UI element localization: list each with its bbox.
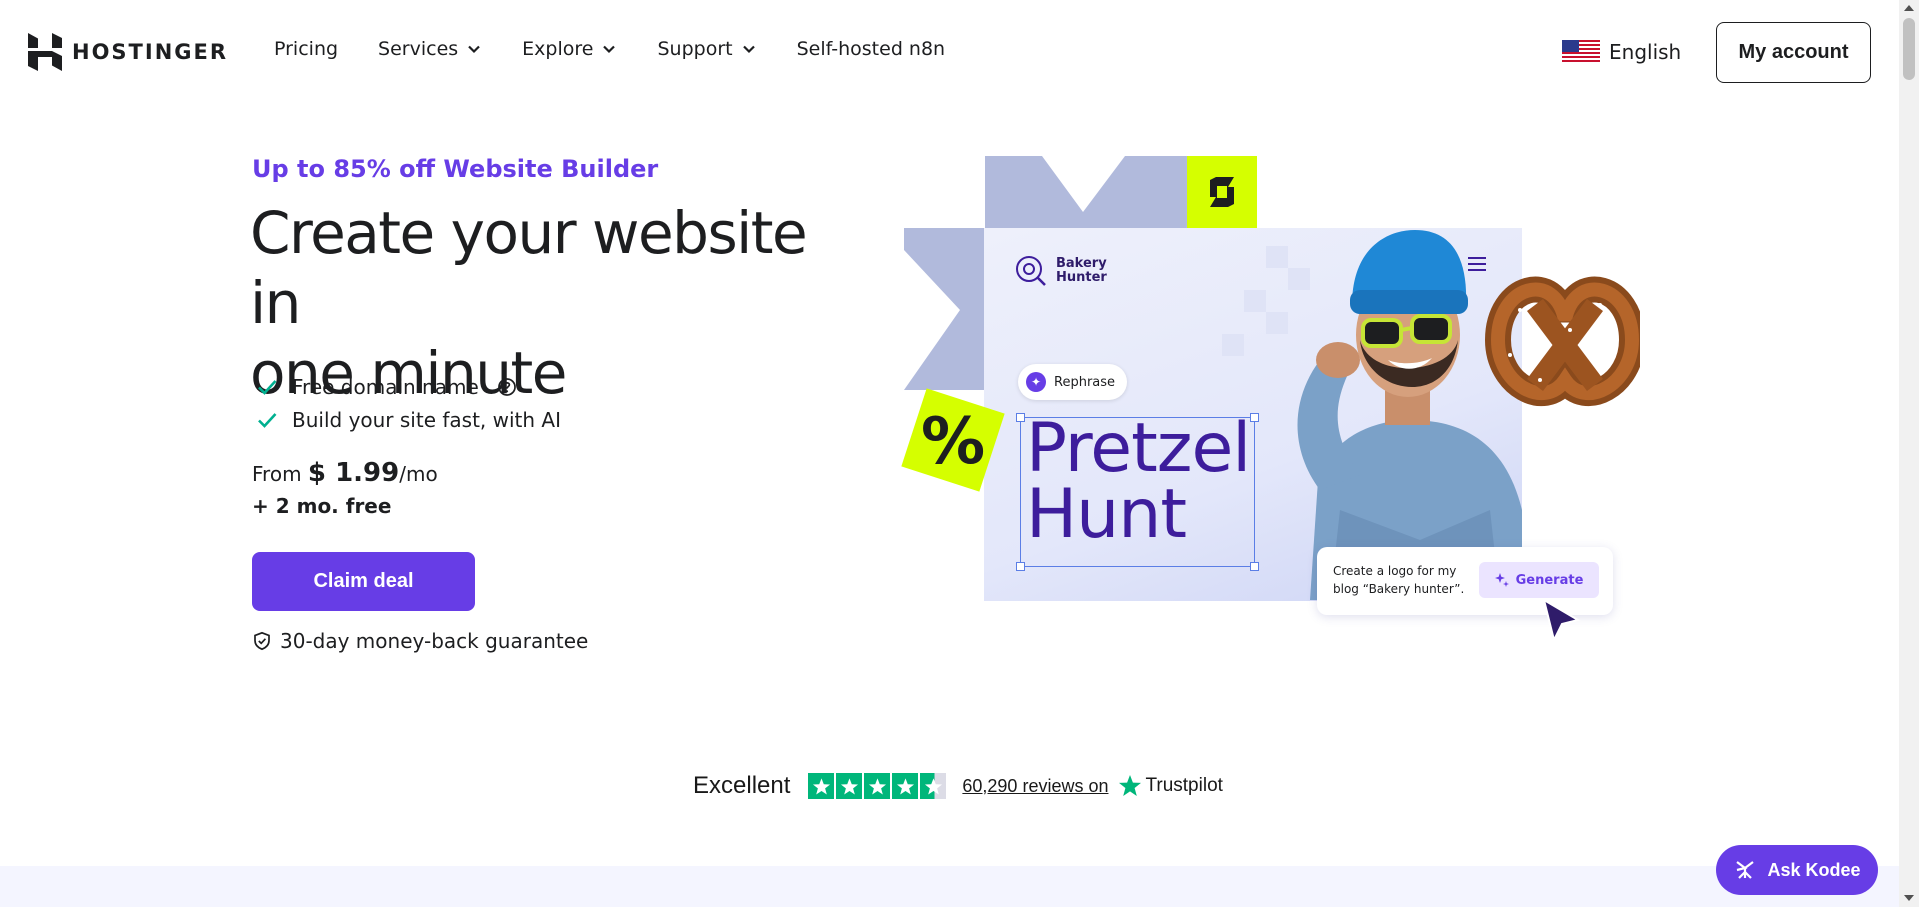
bakery-site-name: Bakery Hunter: [1056, 257, 1107, 285]
sparkles-icon: [1494, 573, 1509, 587]
us-flag-icon: [1562, 40, 1600, 64]
money-back-guarantee: 30-day money-back guarantee: [252, 629, 588, 653]
star-icon: [864, 773, 891, 799]
next-section-band: [0, 866, 1899, 907]
check-icon: [258, 412, 277, 428]
nav-item-pricing[interactable]: Pricing: [274, 38, 338, 60]
bakery-logo-icon: [1016, 256, 1046, 286]
bonus-months: + 2 mo. free: [252, 494, 392, 518]
nav-item-explore[interactable]: Explore: [522, 38, 617, 60]
language-label: English: [1609, 40, 1682, 64]
nav-item-services[interactable]: Services: [378, 38, 482, 60]
nav-item-self-hosted-n8n[interactable]: Self-hosted n8n: [797, 38, 946, 60]
resize-handle: [1250, 562, 1259, 571]
trustpilot-logo[interactable]: Trustpilot: [1118, 774, 1223, 798]
resize-handle: [1250, 413, 1259, 422]
generate-button[interactable]: Generate: [1479, 562, 1599, 598]
rating-label: Excellent: [693, 772, 791, 799]
trustpilot-star-icon: [1119, 775, 1142, 796]
shield-check-icon: [254, 631, 270, 651]
headline-line-1: Create your website in: [250, 199, 808, 337]
nav-item-label: Pricing: [274, 38, 339, 60]
guarantee-text: 30-day money-back guarantee: [280, 629, 589, 653]
scroll-up-icon[interactable]: [1904, 5, 1914, 11]
rephrase-label: Rephrase: [1054, 374, 1116, 390]
nav-item-label: Services: [378, 38, 459, 60]
trustpilot-rating: Excellent 60,290 reviews on Trustpilot: [693, 772, 1223, 800]
site-name-line-2: Hunter: [1056, 270, 1107, 285]
feature-list: Free domain name Build your site fast, w…: [256, 370, 561, 436]
price-line: From $ 1.99/mo: [252, 458, 438, 488]
resize-handle: [1016, 562, 1025, 571]
price-suffix: /mo: [399, 462, 438, 486]
feature-label: Free domain name: [292, 374, 479, 399]
chevron-down-icon: [742, 45, 755, 54]
brand-name: HOSTINGER: [72, 40, 229, 64]
main-nav: Pricing Services Explore Support Self-ho…: [274, 38, 985, 60]
ask-kodee-button[interactable]: Ask Kodee: [1716, 845, 1878, 895]
language-selector[interactable]: English: [1562, 40, 1681, 64]
my-account-button[interactable]: My account: [1716, 22, 1871, 83]
nav-item-label: Support: [657, 38, 733, 60]
site-name-line-1: Bakery: [1056, 256, 1107, 271]
percent-symbol: %: [921, 405, 985, 479]
chevron-down-icon: [603, 45, 616, 54]
trustpilot-brand: Trustpilot: [1145, 775, 1223, 796]
bakery-hunter-logo: Bakery Hunter: [1014, 254, 1107, 288]
ask-kodee-label: Ask Kodee: [1767, 859, 1861, 880]
site-title: Pretzel Hunt: [1026, 415, 1251, 549]
nav-item-label: Self-hosted n8n: [796, 38, 946, 60]
star-icon: [892, 773, 919, 799]
help-circle-icon[interactable]: [497, 377, 517, 397]
price-amount: $ 1.99: [307, 458, 400, 488]
half-star-icon: [920, 773, 947, 799]
prompt-text: Create a logo for my blog “Bakery hunter…: [1333, 564, 1465, 596]
star-icon: [808, 773, 835, 799]
hero-illustration: % Bakery Hunter ✦ Rephrase Pretzel Hunt …: [890, 150, 1650, 650]
claim-deal-button[interactable]: Claim deal: [252, 552, 475, 611]
nav-item-support[interactable]: Support: [657, 38, 756, 60]
feature-label: Build your site fast, with AI: [292, 407, 562, 432]
chevron-down-icon: [468, 45, 480, 54]
reviews-link[interactable]: 60,290 reviews on: [962, 776, 1108, 797]
nav-item-label: Explore: [522, 38, 594, 60]
pixel-decor: [1222, 334, 1244, 356]
kodee-assistant-icon: [1736, 861, 1755, 879]
feature-item: Free domain name: [256, 370, 561, 403]
site-header: HOSTINGER Pricing Services Explore Suppo…: [0, 0, 1899, 106]
hostinger-logo[interactable]: HOSTINGER: [28, 33, 228, 71]
percent-badge: %: [901, 388, 1005, 492]
scrollbar-thumb[interactable]: [1903, 18, 1915, 80]
sparkle-icon: ✦: [1026, 372, 1046, 392]
star-icon: [836, 773, 863, 799]
generate-label: Generate: [1515, 572, 1584, 588]
person-with-pretzel-photo: [1297, 230, 1640, 600]
hostinger-logo-icon: [28, 33, 62, 71]
scroll-down-icon[interactable]: [1904, 895, 1914, 901]
promo-eyebrow: Up to 85% off Website Builder: [252, 155, 659, 183]
rating-stars: [808, 773, 947, 799]
check-icon: [258, 379, 277, 395]
mouse-pointer-icon: [1542, 598, 1581, 643]
rephrase-chip[interactable]: ✦ Rephrase: [1018, 364, 1128, 400]
price-prefix: From: [252, 462, 302, 486]
resize-handle: [1016, 413, 1025, 422]
page-scrollbar[interactable]: [1899, 0, 1919, 907]
site-title-line-2: Hunt: [1026, 475, 1187, 554]
feature-item: Build your site fast, with AI: [256, 403, 561, 436]
